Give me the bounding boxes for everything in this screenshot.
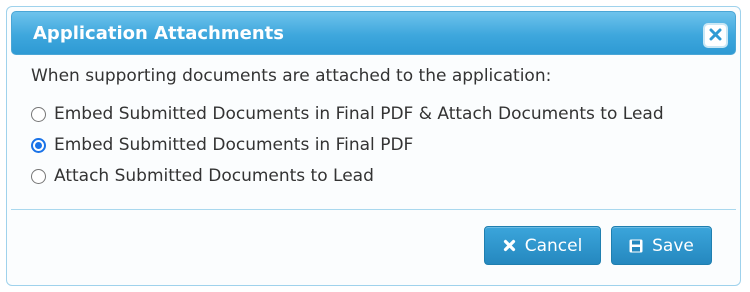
- option-embed-only[interactable]: Embed Submitted Documents in Final PDF: [31, 134, 413, 156]
- save-button[interactable]: Save: [611, 226, 712, 265]
- dialog-title: Application Attachments: [33, 23, 284, 44]
- close-button[interactable]: [703, 23, 728, 48]
- divider: [11, 209, 736, 210]
- radio-embed-and-attach[interactable]: [31, 106, 46, 122]
- close-icon: [503, 239, 516, 252]
- dialog-prompt: When supporting documents are attached t…: [31, 66, 552, 86]
- application-attachments-dialog: Application Attachments When supporting …: [6, 6, 741, 286]
- option-label: Embed Submitted Documents in Final PDF: [54, 135, 414, 155]
- floppy-disk-icon: [629, 239, 643, 253]
- dialog-titlebar: Application Attachments: [11, 11, 736, 55]
- save-label: Save: [652, 235, 694, 256]
- radio-attach-only[interactable]: [31, 168, 46, 184]
- cancel-button[interactable]: Cancel: [484, 226, 601, 265]
- cancel-label: Cancel: [524, 235, 583, 256]
- option-embed-and-attach[interactable]: Embed Submitted Documents in Final PDF &…: [31, 103, 664, 125]
- option-label: Attach Submitted Documents to Lead: [54, 166, 374, 186]
- option-attach-only[interactable]: Attach Submitted Documents to Lead: [31, 165, 374, 187]
- radio-embed-only[interactable]: [31, 137, 46, 153]
- option-label: Embed Submitted Documents in Final PDF &…: [54, 104, 664, 124]
- close-icon: [709, 26, 722, 45]
